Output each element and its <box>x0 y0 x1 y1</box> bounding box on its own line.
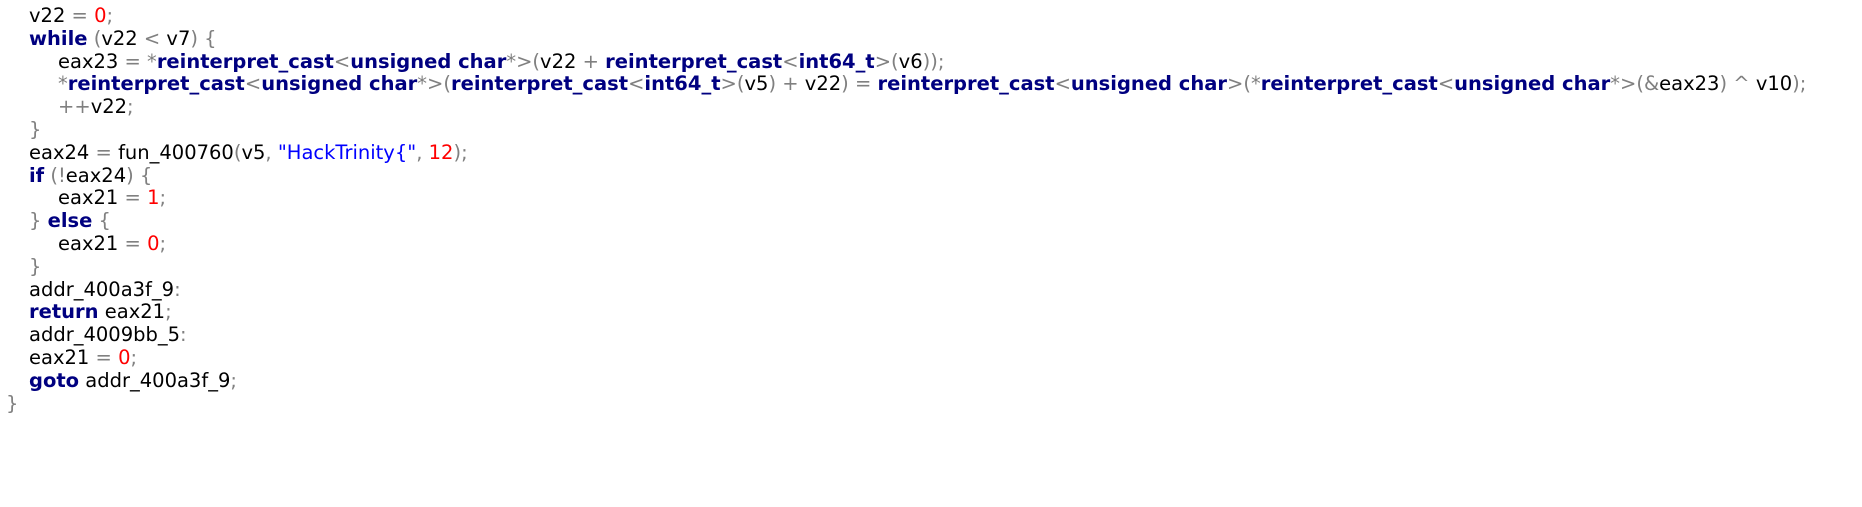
punctuation-token: (! <box>44 163 66 187</box>
identifier-token: v7 <box>166 26 191 50</box>
identifier-token: v22 <box>540 49 577 73</box>
code-line[interactable]: } <box>6 390 18 417</box>
punctuation-token: ) + <box>768 72 805 96</box>
punctuation-token: < <box>137 26 167 50</box>
punctuation-token: } <box>29 254 42 278</box>
number-token: 12 <box>428 140 454 164</box>
punctuation-token: ++ <box>58 95 91 119</box>
code-line[interactable]: eax21 = 0; <box>58 230 166 257</box>
punctuation-token: { <box>92 209 111 233</box>
punctuation-token: < <box>244 72 262 96</box>
punctuation-token: *>(& <box>1610 72 1660 96</box>
keyword-token: goto <box>29 368 80 392</box>
punctuation-token: *>( <box>506 49 541 73</box>
identifier-token: addr_400a3f_9 <box>85 368 231 392</box>
punctuation-token: * <box>58 72 68 96</box>
keyword-token: int64_t <box>644 72 721 96</box>
punctuation-token: = <box>89 346 119 369</box>
punctuation-token: : <box>180 323 187 347</box>
punctuation-token: ; <box>130 346 138 369</box>
identifier-token: v5 <box>241 140 266 164</box>
identifier-token: v22 <box>90 95 128 119</box>
identifier-token: eax21 <box>58 232 119 255</box>
punctuation-token: < <box>782 49 799 73</box>
identifier-token: eax21 <box>104 300 166 324</box>
keyword-token: int64_t <box>798 49 875 73</box>
punctuation-token: , <box>416 140 429 164</box>
identifier-token: v6 <box>898 49 923 73</box>
punctuation-token: } <box>6 391 19 415</box>
punctuation-token: ; <box>230 368 237 392</box>
identifier-token: v10 <box>1755 72 1793 96</box>
number-token: 0 <box>118 346 131 369</box>
punctuation-token: < <box>333 49 351 73</box>
punctuation-token: = <box>89 140 119 164</box>
punctuation-token: ) ^ <box>1719 72 1756 96</box>
punctuation-token: ) { <box>126 163 153 187</box>
keyword-token: reinterpret_cast <box>1260 72 1438 96</box>
punctuation-token: < <box>628 72 645 96</box>
punctuation-token: ; <box>127 95 134 119</box>
punctuation-token: ) = <box>841 72 878 96</box>
keyword-token: return <box>29 300 99 324</box>
punctuation-token: + <box>576 49 606 73</box>
number-token: 0 <box>94 4 107 27</box>
punctuation-token: , <box>265 140 278 164</box>
identifier-token: v22 <box>804 72 842 96</box>
punctuation-token: )); <box>922 49 945 73</box>
identifier-token: eax24 <box>65 163 127 187</box>
punctuation-token: ; <box>106 4 114 27</box>
punctuation-token: = <box>118 186 148 210</box>
keyword-token: reinterpret_cast <box>156 49 334 73</box>
punctuation-token: : <box>174 277 181 301</box>
keyword-token: reinterpret_cast <box>67 72 245 96</box>
punctuation-token: >(* <box>1227 72 1261 96</box>
identifier-token: v22 <box>29 4 66 27</box>
punctuation-token: >( <box>874 49 899 73</box>
punctuation-token: < <box>1054 72 1071 96</box>
punctuation-token: = <box>118 232 148 255</box>
punctuation-token: ) { <box>190 26 217 50</box>
code-line[interactable]: goto addr_400a3f_9; <box>29 367 237 394</box>
punctuation-token: ); <box>1792 72 1807 96</box>
keyword-token: if <box>29 163 45 187</box>
punctuation-token: } <box>29 209 48 233</box>
code-line[interactable]: ++v22; <box>58 93 134 120</box>
identifier-token: eax23 <box>1659 72 1720 96</box>
keyword-token: unsigned char <box>1454 72 1611 96</box>
identifier-token: eax23 <box>58 49 119 73</box>
punctuation-token: = * <box>118 49 157 73</box>
keyword-token: reinterpret_cast <box>605 49 783 73</box>
identifier-token: v22 <box>101 26 138 50</box>
identifier-token: eax21 <box>58 186 119 210</box>
identifier-token: eax21 <box>29 346 90 369</box>
identifier-token: addr_400a3f_9 <box>29 277 175 301</box>
punctuation-token: ( <box>87 26 102 50</box>
identifier-token: v5 <box>744 72 769 96</box>
punctuation-token: ; <box>165 300 172 324</box>
punctuation-token: ; <box>159 232 167 255</box>
identifier-token: addr_4009bb_5 <box>29 323 181 347</box>
punctuation-token: < <box>1437 72 1455 96</box>
keyword-token: reinterpret_cast <box>877 72 1055 96</box>
punctuation-token: ); <box>453 140 468 164</box>
punctuation-token: *>( <box>417 72 451 96</box>
punctuation-token: = <box>65 4 95 27</box>
keyword-token: while <box>29 26 88 50</box>
code-line[interactable]: *reinterpret_cast<unsigned char*>(reinte… <box>58 70 1806 97</box>
number-token: 0 <box>147 232 160 255</box>
punctuation-token: } <box>29 118 42 141</box>
string-token: "HackTrinity{" <box>277 140 417 164</box>
keyword-token: unsigned char <box>261 72 418 96</box>
keyword-token: reinterpret_cast <box>450 72 629 96</box>
punctuation-token: >( <box>720 72 745 96</box>
decompiled-code-view[interactable]: v22 = 0; while (v22 < v7) {eax23 = *reint… <box>0 0 1862 507</box>
identifier-token: eax24 <box>29 140 90 164</box>
number-token: 1 <box>147 186 160 210</box>
keyword-token: unsigned char <box>1070 72 1228 96</box>
identifier-token: fun_400760 <box>118 140 234 164</box>
keyword-token: else <box>47 209 93 233</box>
keyword-token: unsigned char <box>350 49 507 73</box>
punctuation-token: ; <box>159 186 167 210</box>
